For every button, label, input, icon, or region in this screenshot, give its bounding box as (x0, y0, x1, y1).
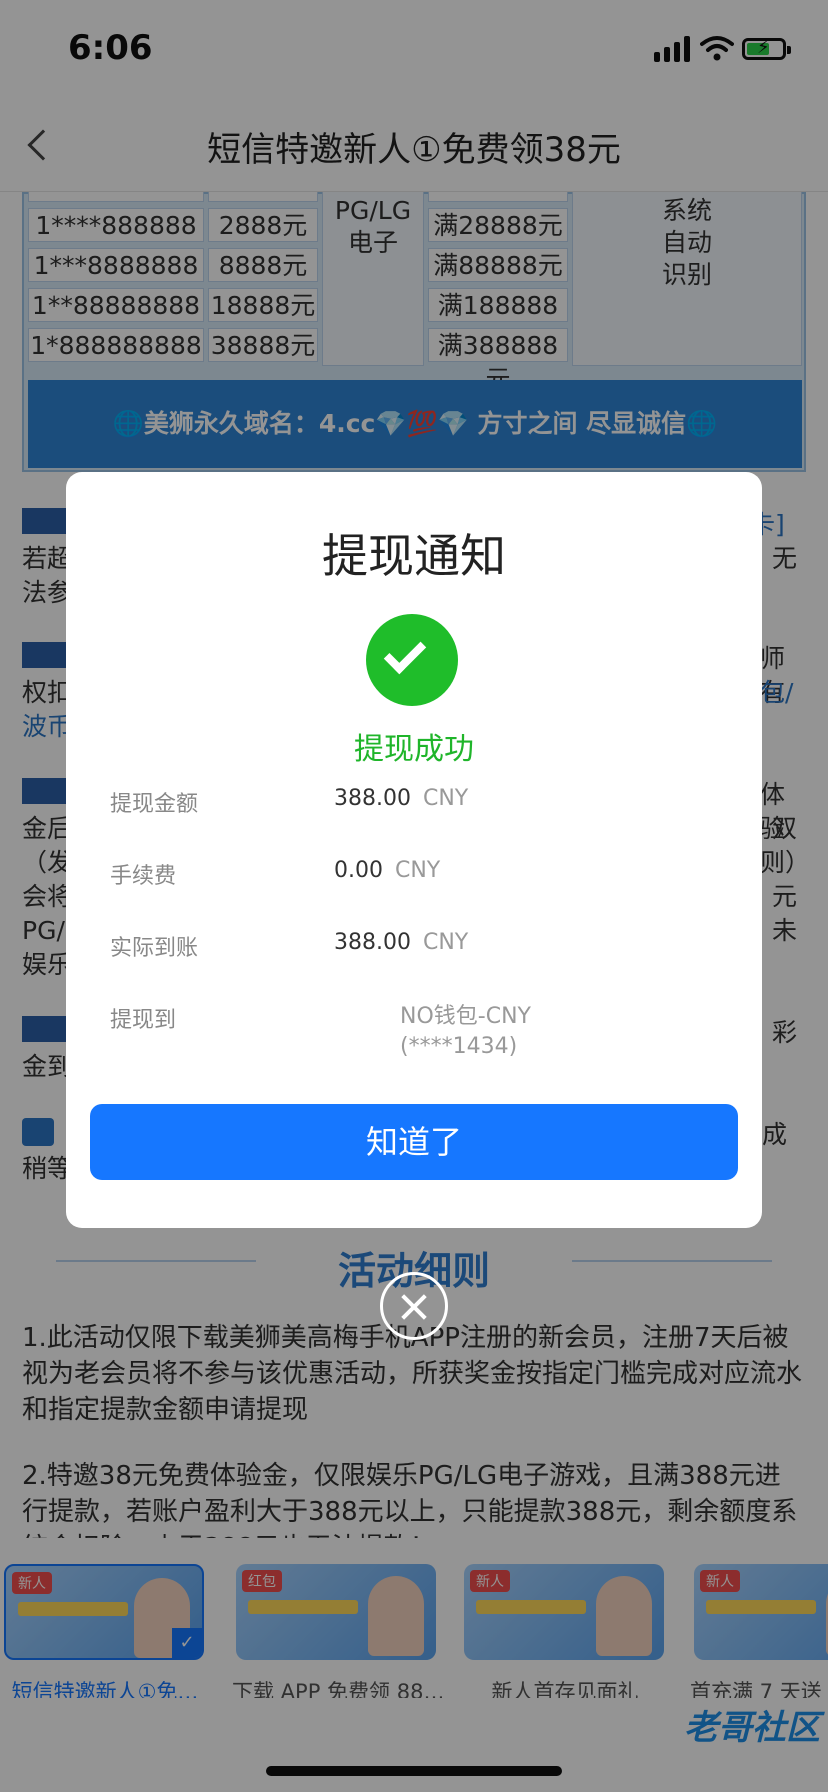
amount-value: 388.00 (334, 786, 411, 811)
row-label: 提现金额 (110, 792, 199, 817)
wallet-name: NO钱包-CNY (400, 1004, 531, 1029)
acknowledge-button[interactable]: 知道了 (90, 1104, 738, 1180)
close-icon[interactable] (380, 1272, 448, 1340)
success-check-icon (366, 614, 458, 706)
row-label: 实际到账 (110, 936, 199, 961)
row-label: 提现到 (110, 1008, 177, 1033)
wallet-info: NO钱包-CNY (****1434) (400, 1002, 531, 1062)
currency-unit: CNY (394, 858, 441, 883)
currency-unit: CNY (422, 930, 469, 955)
fee-value: 0.00 (334, 858, 383, 883)
row-label: 手续费 (110, 864, 177, 889)
received-value: 388.00 (334, 930, 411, 955)
dialog-title: 提现通知 (322, 529, 506, 583)
currency-unit: CNY (422, 786, 469, 811)
withdraw-notice-dialog: 提现通知 提现成功 提现金额 388.00 CNY 手续费 0.00 CNY 实际到… (66, 472, 762, 1228)
wallet-account: (****1434) (400, 1034, 518, 1059)
success-text: 提现成功 (354, 732, 474, 767)
